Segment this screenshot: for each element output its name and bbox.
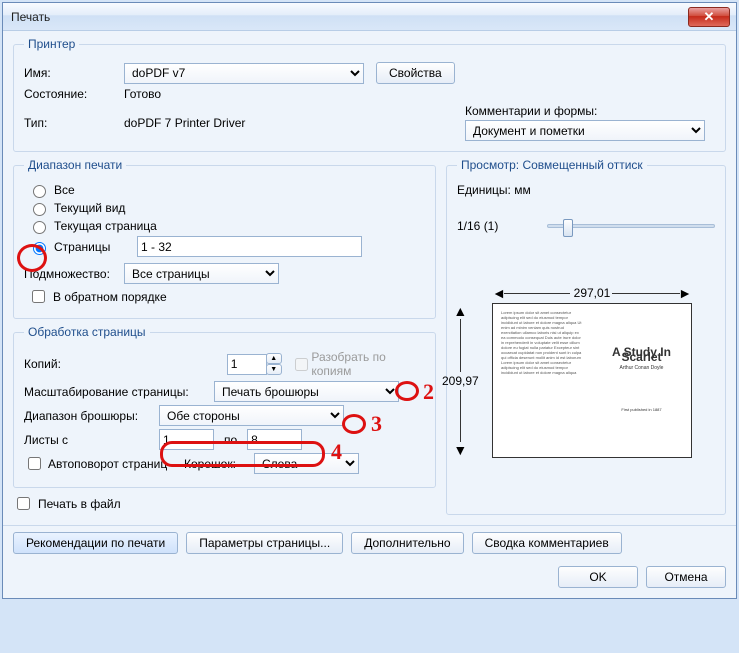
radio-current-view-label: Текущий вид bbox=[54, 201, 125, 215]
zoom-slider[interactable] bbox=[547, 224, 715, 228]
ok-button[interactable]: OK bbox=[558, 566, 638, 588]
pages-input[interactable] bbox=[137, 236, 362, 257]
booklet-range-select[interactable]: Обе стороны bbox=[159, 405, 344, 426]
copies-spin-down[interactable]: ▼ bbox=[266, 364, 282, 375]
advanced-button[interactable]: Дополнительно bbox=[351, 532, 463, 554]
radio-all-label: Все bbox=[54, 183, 75, 197]
radio-all[interactable] bbox=[33, 185, 46, 198]
units-label: Единицы: bbox=[457, 183, 511, 197]
units-value: мм bbox=[514, 183, 531, 197]
autorotate-label: Автоповорот страниц bbox=[44, 457, 184, 471]
sheets-label: Листы с bbox=[24, 433, 159, 447]
slider-thumb[interactable] bbox=[563, 219, 573, 237]
autorotate-checkbox[interactable] bbox=[28, 457, 41, 470]
radio-current-page[interactable] bbox=[33, 221, 46, 234]
cancel-button[interactable]: Отмена bbox=[646, 566, 726, 588]
window-title: Печать bbox=[3, 10, 50, 24]
radio-current-page-label: Текущая страница bbox=[54, 219, 157, 233]
radio-pages-label: Страницы bbox=[54, 240, 132, 254]
name-label: Имя: bbox=[24, 66, 124, 80]
title-bar: Печать ✕ bbox=[3, 3, 736, 31]
sheets-to-label: по bbox=[214, 433, 247, 447]
print-range-group: Диапазон печати Все Текущий вид Текущая … bbox=[13, 158, 436, 319]
printer-group: Принтер Имя: doPDF v7 Свойства Состояние… bbox=[13, 37, 726, 152]
range-legend: Диапазон печати bbox=[24, 158, 126, 172]
collate-label: Разобрать по копиям bbox=[311, 350, 425, 378]
comments-forms-select[interactable]: Документ и пометки bbox=[465, 120, 705, 141]
status-label: Состояние: bbox=[24, 87, 124, 101]
scaling-label: Масштабирование страницы: bbox=[24, 385, 214, 399]
zoom-value: 1/16 (1) bbox=[457, 219, 547, 233]
close-button[interactable]: ✕ bbox=[688, 7, 730, 27]
comments-forms-label: Комментарии и формы: bbox=[465, 104, 715, 118]
print-tips-button[interactable]: Рекомендации по печати bbox=[13, 532, 178, 554]
page-setup-button[interactable]: Параметры страницы... bbox=[186, 532, 343, 554]
scaling-select[interactable]: Печать брошюры bbox=[214, 381, 399, 402]
subset-label: Подмножество: bbox=[24, 267, 124, 281]
printer-name-select[interactable]: doPDF v7 bbox=[124, 63, 364, 84]
preview-right-page: A Study In Scarlet Arthur Conan Doyle Fi… bbox=[592, 304, 691, 457]
subset-select[interactable]: Все страницы bbox=[124, 263, 279, 284]
preview-legend: Просмотр: Совмещенный оттиск bbox=[457, 158, 647, 172]
copies-spin-up[interactable]: ▲ bbox=[266, 353, 282, 364]
type-value: doPDF 7 Printer Driver bbox=[124, 116, 245, 130]
sheets-from-input[interactable] bbox=[159, 429, 214, 450]
print-to-file-label: Печать в файл bbox=[38, 497, 121, 511]
dim-width: ◄ 297,01 ► bbox=[492, 285, 692, 301]
printer-legend: Принтер bbox=[24, 37, 79, 51]
binding-select[interactable]: Слева bbox=[254, 453, 359, 474]
collate-checkbox bbox=[295, 358, 308, 371]
radio-current-view[interactable] bbox=[33, 203, 46, 216]
preview-group: Просмотр: Совмещенный оттиск Единицы: мм… bbox=[446, 158, 726, 515]
status-value: Готово bbox=[124, 87, 161, 101]
booklet-range-label: Диапазон брошюры: bbox=[24, 409, 159, 423]
binding-label: Корешок: bbox=[184, 457, 254, 471]
page-handling-group: Обработка страницы Копий: ▲ ▼ Разобрать … bbox=[13, 325, 436, 488]
copies-input[interactable] bbox=[227, 354, 267, 375]
radio-pages[interactable] bbox=[33, 242, 46, 255]
handling-legend: Обработка страницы bbox=[24, 325, 150, 339]
copies-label: Копий: bbox=[24, 357, 227, 371]
comments-summary-button[interactable]: Сводка комментариев bbox=[472, 532, 622, 554]
sheets-to-input[interactable] bbox=[247, 429, 302, 450]
print-to-file-checkbox[interactable] bbox=[17, 497, 30, 510]
properties-button[interactable]: Свойства bbox=[376, 62, 455, 84]
preview-thumbnail: Lorem ipsum dolor sit amet consectetur a… bbox=[492, 303, 692, 458]
reverse-checkbox[interactable] bbox=[32, 290, 45, 303]
dim-height: ▲ 209,97 ▼ bbox=[442, 303, 479, 458]
preview-left-page: Lorem ipsum dolor sit amet consectetur a… bbox=[493, 304, 592, 457]
reverse-label: В обратном порядке bbox=[53, 290, 167, 304]
type-label: Тип: bbox=[24, 116, 124, 130]
